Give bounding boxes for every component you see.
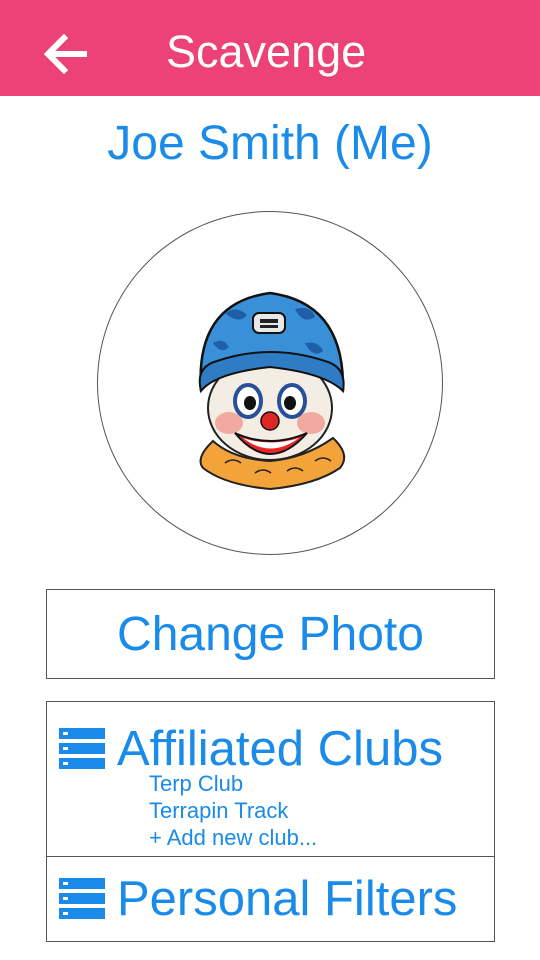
section-divider (47, 856, 494, 857)
list-icon (59, 728, 105, 769)
personal-filters-label: Personal Filters (117, 872, 458, 926)
arrow-back-icon (43, 33, 87, 75)
profile-name: Joe Smith (Me) (107, 117, 433, 170)
avatar (97, 211, 443, 555)
app-title: Scavenge (166, 26, 367, 77)
add-new-club-link[interactable]: + Add new club... (149, 824, 317, 851)
personal-filters-header[interactable]: Personal Filters (59, 868, 457, 930)
back-button[interactable] (34, 22, 98, 86)
clubs-section: Affiliated Clubs Terp Club Terrapin Trac… (46, 701, 495, 942)
club-item-terp-club[interactable]: Terp Club (149, 770, 317, 797)
change-photo-button[interactable]: Change Photo (46, 589, 495, 679)
app-bar: Scavenge (0, 0, 540, 96)
club-list: Terp Club Terrapin Track + Add new club.… (149, 770, 317, 851)
clown-avatar (198, 291, 346, 491)
list-icon (59, 878, 105, 919)
club-item-terrapin-track[interactable]: Terrapin Track (149, 797, 317, 824)
change-photo-label: Change Photo (117, 607, 424, 661)
